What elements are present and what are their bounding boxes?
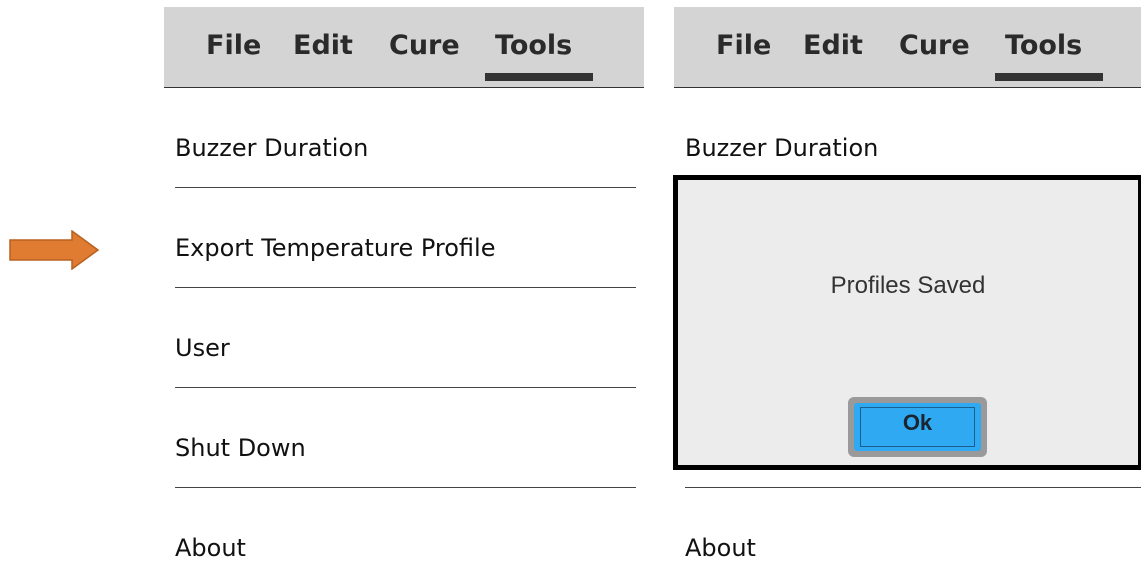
divider xyxy=(685,487,1141,488)
menu-row-shut-down[interactable]: Shut Down xyxy=(175,434,306,462)
divider xyxy=(175,187,636,188)
divider xyxy=(175,287,636,288)
divider xyxy=(175,387,636,388)
menu-row-buzzer-duration[interactable]: Buzzer Duration xyxy=(685,134,878,162)
dialog-message: Profiles Saved xyxy=(830,272,986,299)
menu-file[interactable]: File xyxy=(716,31,771,61)
menu-bar: File Edit Cure Tools xyxy=(164,7,644,88)
menu-row-user[interactable]: User xyxy=(175,334,230,362)
menu-edit[interactable]: Edit xyxy=(293,31,353,61)
menu-row-export-temperature-profile[interactable]: Export Temperature Profile xyxy=(175,234,495,262)
menu-tools[interactable]: Tools xyxy=(1005,31,1082,61)
ok-button-frame: Ok xyxy=(848,397,987,457)
menu-tools[interactable]: Tools xyxy=(495,31,572,61)
ok-button-label: Ok xyxy=(860,407,975,447)
menu-edit[interactable]: Edit xyxy=(803,31,863,61)
active-tab-indicator xyxy=(485,73,593,81)
menu-row-about[interactable]: About xyxy=(175,534,246,562)
menu-cure[interactable]: Cure xyxy=(899,31,970,61)
menu-bar: File Edit Cure Tools xyxy=(674,7,1141,88)
ok-button[interactable]: Ok xyxy=(854,403,981,451)
menu-row-buzzer-duration[interactable]: Buzzer Duration xyxy=(175,134,368,162)
divider xyxy=(175,487,636,488)
left-panel: File Edit Cure Tools Buzzer Duration Exp… xyxy=(0,0,644,586)
menu-file[interactable]: File xyxy=(206,31,261,61)
profiles-saved-dialog: Profiles Saved Ok xyxy=(673,175,1141,470)
active-tab-indicator xyxy=(995,73,1103,81)
menu-cure[interactable]: Cure xyxy=(389,31,460,61)
menu-row-about[interactable]: About xyxy=(685,534,756,562)
